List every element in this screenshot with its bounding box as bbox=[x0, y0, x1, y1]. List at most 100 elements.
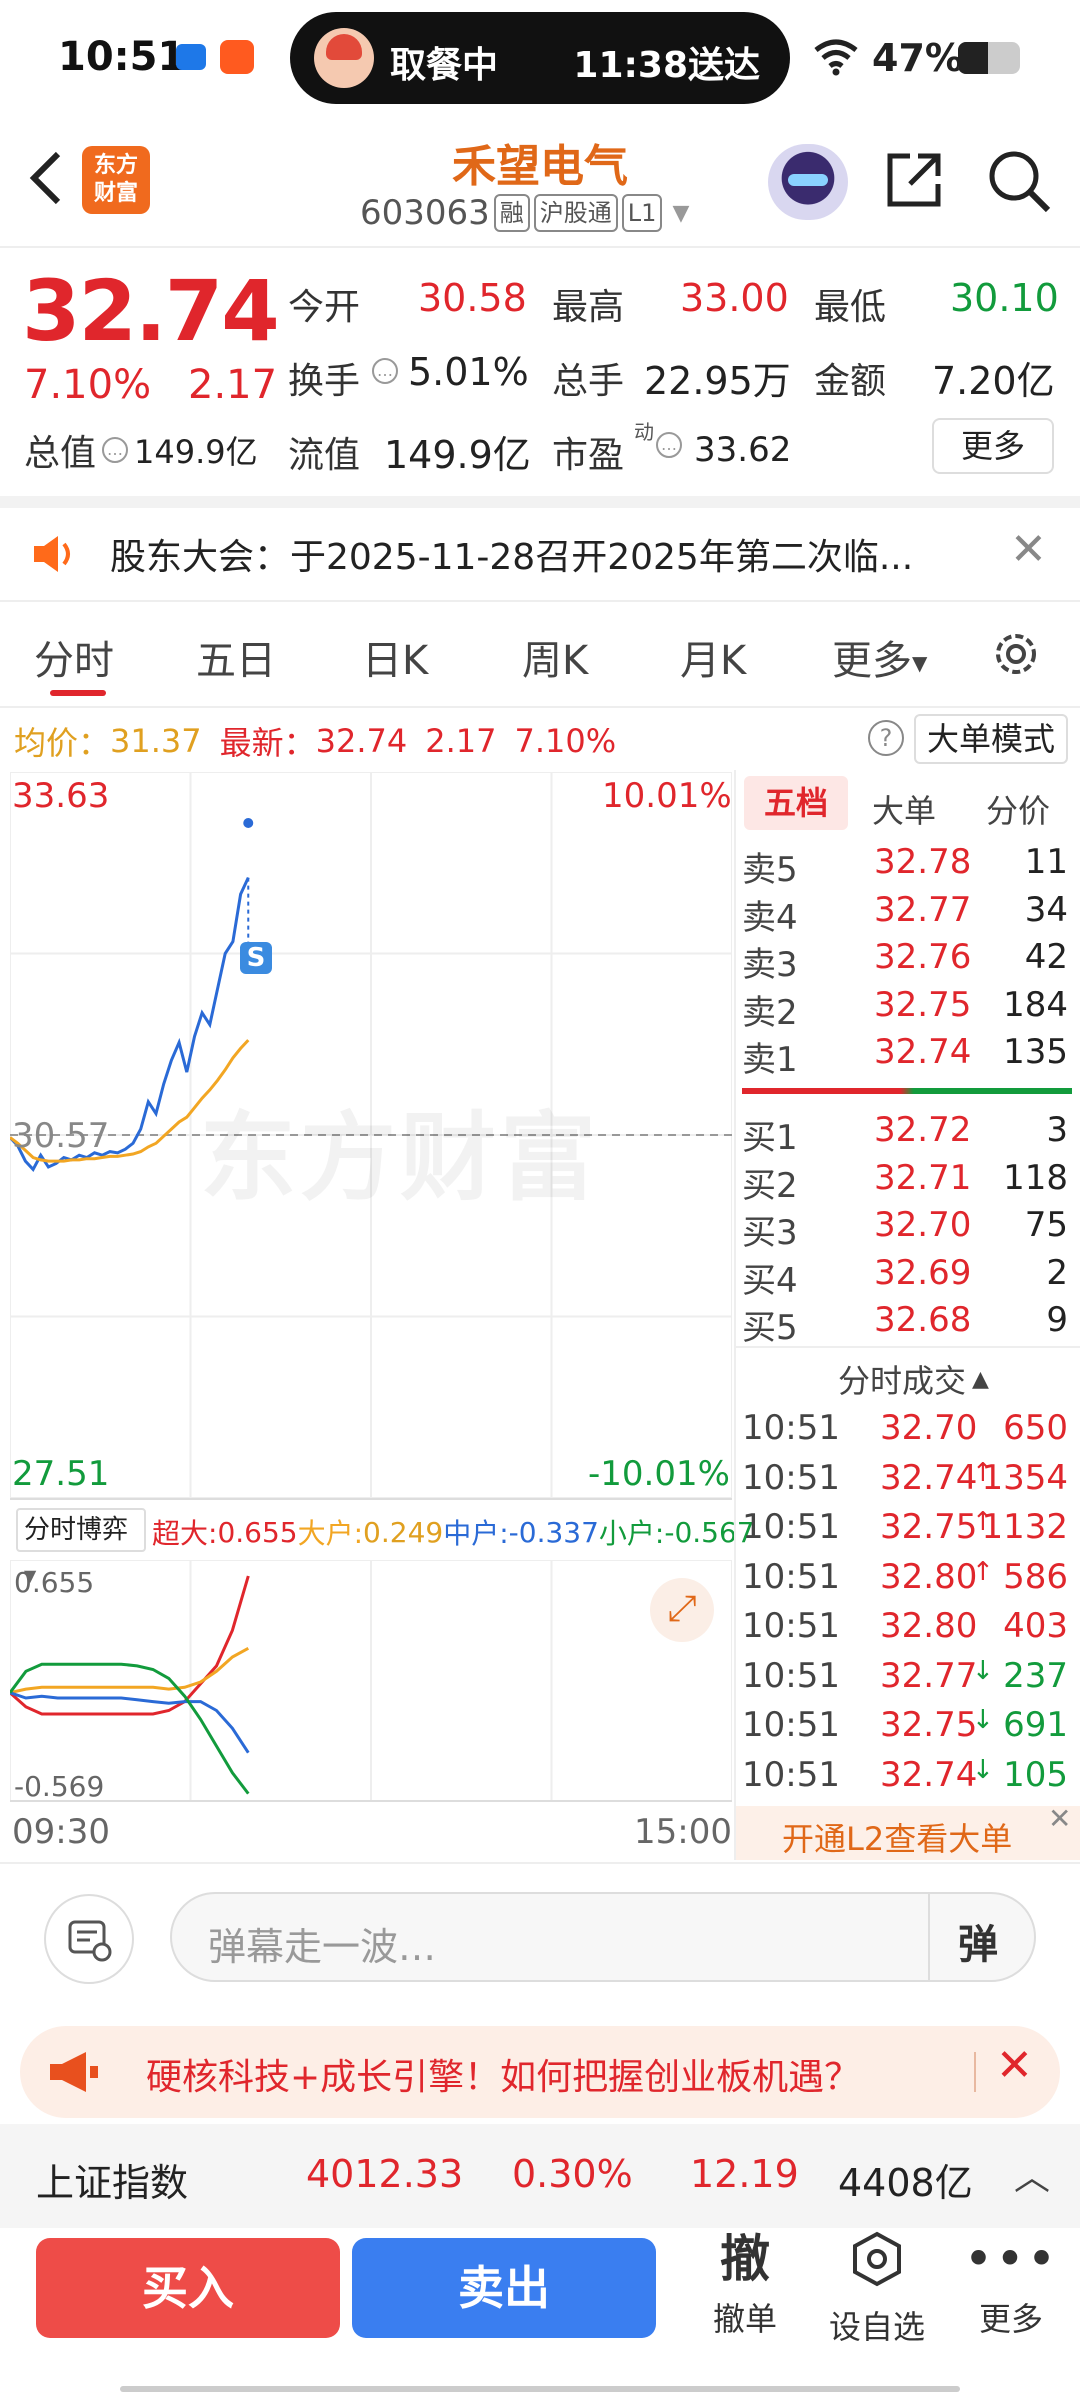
ask-level-label: 卖3 bbox=[742, 945, 798, 985]
ask-level-label: 卖2 bbox=[742, 992, 798, 1033]
close-icon[interactable]: ✕ bbox=[1048, 1802, 1071, 1835]
last-price: 32.74 bbox=[22, 262, 280, 360]
tab-monthly-k[interactable]: 月K bbox=[680, 628, 746, 686]
trade-time: 10:51 bbox=[742, 1705, 840, 1745]
add-watchlist-button[interactable]: 设自选 bbox=[822, 2230, 932, 2348]
trade-row: 10:51 32.75 ↓ 691 bbox=[740, 1705, 1070, 1753]
cancel-order-button[interactable]: 撤 撤单 bbox=[690, 2230, 800, 2340]
arrow-up-icon: ↑ bbox=[972, 1556, 994, 1587]
close-icon[interactable]: ✕ bbox=[1010, 524, 1047, 575]
stock-code-row[interactable]: 603063 融 沪股通 L1 ▼ bbox=[360, 193, 689, 233]
tab-weekly-k[interactable]: 周K bbox=[522, 628, 588, 686]
bid-level-row[interactable]: 买1 32.72 3 bbox=[740, 1110, 1070, 1158]
amount-label: 金额 bbox=[814, 361, 887, 402]
index-bar[interactable]: 上证指数 4012.33 0.30% 12.19 4408亿 ︿ bbox=[0, 2124, 1080, 2228]
more-button[interactable]: 更多 bbox=[932, 418, 1054, 474]
flow-large-value: 0.249 bbox=[363, 1515, 444, 1549]
tab-intraday[interactable]: 分时 bbox=[34, 628, 114, 686]
trade-time: 10:51 bbox=[742, 1606, 840, 1646]
ask-level-row[interactable]: 卖3 32.76 42 bbox=[740, 937, 1070, 985]
ask-level-price: 32.77 bbox=[874, 889, 972, 930]
bid-level-volume: 2 bbox=[1046, 1252, 1068, 1293]
ask-level-volume: 34 bbox=[1024, 889, 1068, 930]
index-name: 上证指数 bbox=[36, 2161, 189, 2205]
tab-daily-k[interactable]: 日K bbox=[362, 628, 428, 686]
search-icon[interactable] bbox=[984, 146, 1054, 216]
latest-change: 2.17 bbox=[425, 722, 497, 760]
more-actions-button[interactable]: ••• 更多 bbox=[956, 2230, 1066, 2340]
bid-level-row[interactable]: 买3 32.70 75 bbox=[740, 1205, 1070, 1253]
bid-level-row[interactable]: 买2 32.71 118 bbox=[740, 1157, 1070, 1206]
ask-level-label: 卖1 bbox=[742, 1040, 798, 1080]
buy-button[interactable]: 买入 bbox=[36, 2238, 340, 2338]
float-mv-label: 流值 bbox=[288, 435, 361, 476]
gear-hex-icon bbox=[853, 2231, 901, 2287]
pe-value: 33.62 bbox=[694, 430, 792, 470]
info-icon[interactable]: … bbox=[372, 358, 398, 384]
close-icon[interactable]: ✕ bbox=[996, 2040, 1033, 2091]
trade-volume: 403 bbox=[1003, 1606, 1068, 1646]
danmu-input[interactable]: 弹幕走一波… 弹 bbox=[170, 1892, 1036, 1982]
caret-up-icon: ▲ bbox=[972, 1366, 989, 1392]
trade-time: 10:51 bbox=[742, 1655, 840, 1696]
bid-level-price: 32.69 bbox=[874, 1252, 972, 1293]
trade-price: 32.80 bbox=[880, 1606, 978, 1646]
more-label: 更多 bbox=[978, 2300, 1043, 2338]
cancel-icon: 撤 bbox=[720, 2230, 770, 2288]
big-order-mode-button[interactable]: 大单模式 bbox=[914, 714, 1068, 764]
trade-row: 10:51 32.70 650 bbox=[740, 1408, 1070, 1456]
trade-price: 32.74 bbox=[880, 1754, 978, 1795]
signal-marker-icon[interactable]: S bbox=[240, 942, 272, 974]
tab-big-orders[interactable]: 大单 bbox=[872, 786, 936, 832]
bid-level-row[interactable]: 买5 32.68 9 bbox=[740, 1300, 1070, 1348]
tag-level: L1 bbox=[621, 194, 663, 232]
ask-level-volume: 11 bbox=[1024, 842, 1068, 882]
stock-code: 603063 bbox=[360, 193, 490, 233]
flow-selector[interactable]: 分时博弈 ▼ bbox=[16, 1508, 146, 1585]
index-change: 12.19 bbox=[690, 2152, 799, 2196]
help-icon[interactable]: ? bbox=[868, 720, 904, 756]
info-icon[interactable]: … bbox=[102, 437, 129, 463]
volume-label: 总手 bbox=[552, 361, 625, 402]
ask-level-volume: 42 bbox=[1024, 937, 1068, 977]
ask-level-row[interactable]: 卖1 32.74 135 bbox=[740, 1032, 1070, 1080]
tab-more[interactable]: 更多▼ bbox=[832, 628, 927, 686]
ask-level-row[interactable]: 卖2 32.75 184 bbox=[740, 985, 1070, 1033]
bid-level-row[interactable]: 买4 32.69 2 bbox=[740, 1252, 1070, 1301]
trade-row: 10:51 32.77 ↓ 237 bbox=[740, 1656, 1070, 1704]
y-max-label: 33.63 bbox=[12, 776, 110, 816]
info-icon[interactable]: … bbox=[656, 432, 682, 458]
notice-bar[interactable]: 股东大会：于2025-11-28召开2025年第二次临... ✕ bbox=[0, 508, 1080, 600]
divider bbox=[10, 1498, 732, 1500]
flow-y-max: 0.655 bbox=[14, 1566, 95, 1599]
tab-5day[interactable]: 五日 bbox=[196, 628, 276, 686]
promo-banner[interactable]: 硬核科技+成长引擎！如何把握创业板机遇？ ✕ bbox=[20, 2026, 1060, 2118]
chart-header: 均价： 31.37 最新： 32.74 2.17 7.10% bbox=[14, 718, 616, 764]
chevron-up-icon[interactable]: ︿ bbox=[1014, 2148, 1050, 2200]
trade-volume: 105 bbox=[1003, 1754, 1068, 1795]
tab-five-levels[interactable]: 五档 bbox=[744, 776, 848, 830]
expand-icon[interactable]: ⤢ bbox=[650, 1578, 714, 1642]
l2-banner[interactable]: 开通L2查看大单 ✕ bbox=[736, 1802, 1080, 1860]
robot-assistant-icon[interactable] bbox=[768, 144, 848, 220]
latest-value: 32.74 bbox=[315, 722, 408, 760]
bid-level-volume: 118 bbox=[1003, 1157, 1068, 1198]
capital-flow-chart[interactable] bbox=[10, 1560, 732, 1802]
ask-level-row[interactable]: 卖4 32.77 34 bbox=[740, 889, 1070, 938]
danmu-toggle-button[interactable]: 弹 bbox=[958, 1912, 998, 1970]
flow-medium-label: 中户: bbox=[443, 1517, 509, 1550]
share-icon[interactable] bbox=[882, 148, 946, 212]
bid-level-volume: 75 bbox=[1024, 1205, 1068, 1245]
change-amount: 2.17 bbox=[188, 362, 278, 408]
divider bbox=[0, 496, 1080, 508]
trades-title[interactable]: 分时成交 ▲ bbox=[838, 1356, 989, 1402]
dynamic-island[interactable]: 取餐中 11:38送达 bbox=[290, 12, 790, 104]
index-amount: 4408亿 bbox=[838, 2161, 973, 2205]
tab-price-dist[interactable]: 分价 bbox=[986, 786, 1050, 832]
trades-title-label: 分时成交 bbox=[838, 1362, 967, 1400]
settings-gear-icon[interactable] bbox=[988, 626, 1044, 682]
ask-level-row[interactable]: 卖5 32.78 11 bbox=[740, 842, 1070, 890]
danmu-settings-icon[interactable] bbox=[44, 1894, 134, 1984]
flow-legend: 超大: 0.655 大户: 0.249 中户: -0.337 小户: -0.567 bbox=[152, 1512, 755, 1552]
sell-button[interactable]: 卖出 bbox=[352, 2238, 656, 2338]
